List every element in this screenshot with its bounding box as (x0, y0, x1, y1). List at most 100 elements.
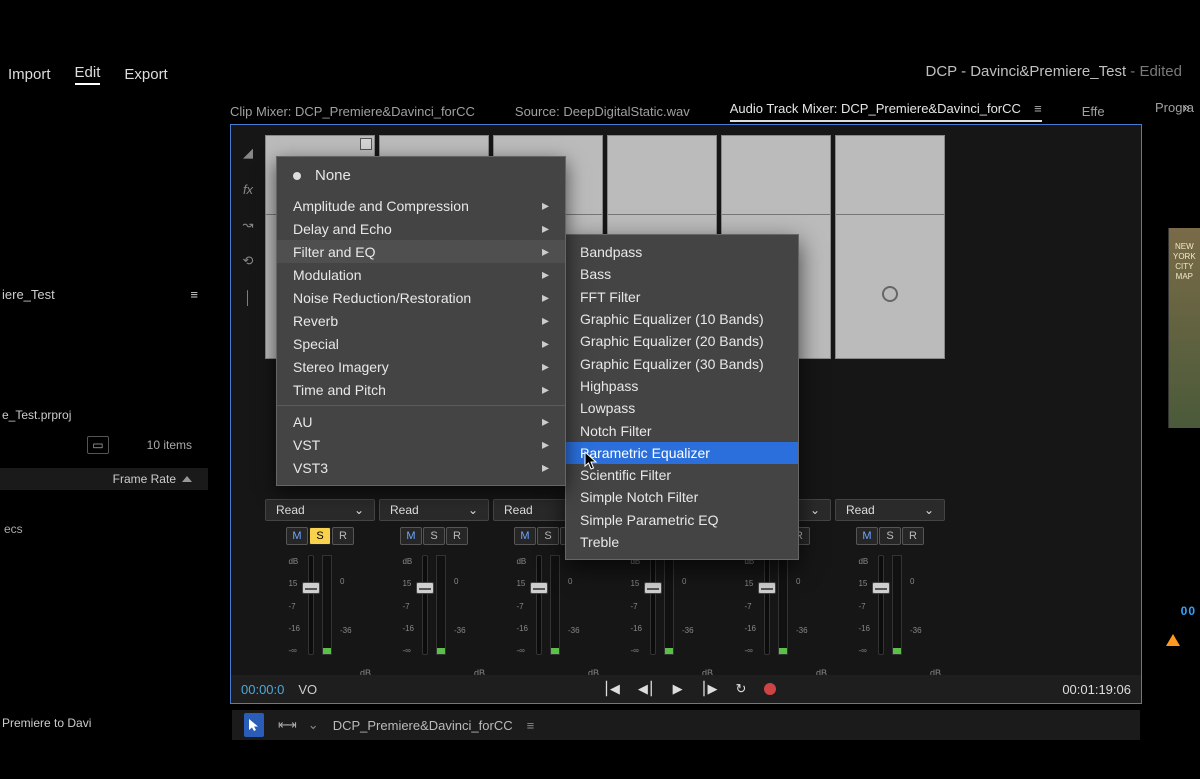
fx-effect-item[interactable]: Bandpass (566, 241, 798, 263)
fx-effect-item[interactable]: Scientific Filter (566, 464, 798, 486)
fx-effect-item[interactable]: Treble (566, 531, 798, 553)
mute-button[interactable]: M (856, 527, 878, 545)
fader-handle[interactable] (758, 582, 776, 594)
mute-button[interactable]: M (400, 527, 422, 545)
timeline-tabbar: ⇤⇥ ⌄ DCP_Premiere&Davinci_forCC ≡ (232, 710, 1140, 740)
fader-track[interactable] (764, 555, 770, 655)
panel-menu-icon[interactable]: ≡ (190, 287, 198, 302)
fx-effect-item[interactable]: Notch Filter (566, 419, 798, 441)
submenu-arrow-icon: ▸ (542, 381, 549, 398)
fx-effect-item[interactable]: Graphic Equalizer (20 Bands) (566, 330, 798, 352)
fx-effect-item[interactable]: Lowpass (566, 397, 798, 419)
play-icon[interactable]: ▶ (673, 681, 683, 697)
bin-label[interactable]: Premiere to Davi (0, 716, 91, 730)
meter-scale-right: 0-36 (796, 555, 808, 655)
fx-category-item[interactable]: Noise Reduction/Restoration▸ (277, 286, 565, 309)
automation-mode-dropdown[interactable]: Read⌄ (265, 499, 375, 521)
mute-button[interactable]: M (514, 527, 536, 545)
record-icon[interactable] (764, 683, 776, 695)
step-fwd-icon[interactable]: ⎮▶ (701, 681, 718, 697)
fx-lane-icon[interactable]: fx (237, 171, 259, 207)
fx-category-menu[interactable]: None Amplitude and Compression▸Delay and… (276, 156, 566, 486)
tab-source[interactable]: Source: DeepDigitalStatic.wav (515, 104, 690, 119)
record-arm-button[interactable]: R (332, 527, 354, 545)
fx-menu-none[interactable]: None (277, 163, 565, 194)
msr-buttons: MSR (379, 527, 489, 545)
fx-category-item[interactable]: Time and Pitch▸ (277, 378, 565, 401)
timeline-menu-chevron-icon[interactable]: ⌄ (308, 717, 319, 733)
solo-button[interactable]: S (537, 527, 559, 545)
selection-tool-icon[interactable] (244, 713, 264, 737)
fx-plugin-format-item[interactable]: VST▸ (277, 433, 565, 456)
record-arm-button[interactable]: R (446, 527, 468, 545)
fader-handle[interactable] (302, 582, 320, 594)
fx-category-item[interactable]: Stereo Imagery▸ (277, 355, 565, 378)
fx-effect-item[interactable]: Parametric Equalizer (566, 442, 798, 464)
fx-effect-item[interactable]: Graphic Equalizer (30 Bands) (566, 352, 798, 374)
fx-effect-item[interactable]: FFT Filter (566, 286, 798, 308)
step-back-icon[interactable]: ◀⎮ (638, 681, 655, 697)
chevron-down-icon: ⌄ (810, 503, 820, 517)
menu-import[interactable]: Import (8, 66, 51, 83)
fx-plugin-format-item[interactable]: AU▸ (277, 410, 565, 433)
fader-track[interactable] (308, 555, 314, 655)
fx-plugin-format-item[interactable]: VST3▸ (277, 456, 565, 479)
fader-scale-left: dB15-7-16-∞ (516, 555, 528, 655)
playhead-marker-icon[interactable] (1166, 634, 1180, 646)
loop-icon[interactable]: ↻ (735, 681, 746, 697)
fader-track[interactable] (422, 555, 428, 655)
mute-button[interactable]: M (286, 527, 308, 545)
panel-menu-icon[interactable]: ≡ (1027, 101, 1042, 116)
automation-lane-icon[interactable]: ◢ (237, 135, 259, 171)
automation-mode-dropdown[interactable]: Read⌄ (835, 499, 945, 521)
fx-effect-item[interactable]: Simple Parametric EQ (566, 509, 798, 531)
tab-audio-track-mixer[interactable]: Audio Track Mixer: DCP_Premiere&Davinci_… (730, 101, 1042, 122)
menu-export[interactable]: Export (124, 66, 167, 83)
automation-mode-dropdown[interactable]: Read⌄ (379, 499, 489, 521)
submenu-arrow-icon: ▸ (542, 243, 549, 260)
tab-clip-mixer[interactable]: Clip Mixer: DCP_Premiere&Davinci_forCC (230, 104, 475, 119)
fx-effect-item[interactable]: Bass (566, 263, 798, 285)
fader-track[interactable] (650, 555, 656, 655)
insert-tool-icon[interactable]: ⇤⇥ (278, 717, 294, 733)
fader-section: dB15-7-16-∞0-36dB (835, 555, 945, 675)
fader-handle[interactable] (530, 582, 548, 594)
panel-menu-icon[interactable]: ≡ (527, 718, 535, 733)
fader-track[interactable] (536, 555, 542, 655)
solo-button[interactable]: S (879, 527, 901, 545)
fx-slot-track-6[interactable] (835, 135, 945, 359)
track-lane-icon[interactable]: │ (237, 279, 259, 315)
tab-effects[interactable]: Effe (1082, 104, 1105, 119)
level-meter (436, 555, 446, 655)
fx-slot-dropdown-icon[interactable] (360, 138, 372, 150)
timecode-left[interactable]: 00:00:0 (241, 682, 284, 697)
fx-effect-item[interactable]: Simple Notch Filter (566, 486, 798, 508)
column-frame-rate[interactable]: Frame Rate (0, 468, 208, 490)
fx-category-item[interactable]: Reverb▸ (277, 309, 565, 332)
go-to-in-icon[interactable]: ⎮◀ (603, 681, 620, 697)
search-icon[interactable]: ▭ (87, 436, 108, 454)
fx-category-item[interactable]: Filter and EQ▸ (277, 240, 565, 263)
fx-effect-item[interactable]: Highpass (566, 375, 798, 397)
menu-edit[interactable]: Edit (75, 64, 101, 85)
send-lane-icon[interactable]: ↝ (237, 207, 259, 243)
fader-handle[interactable] (644, 582, 662, 594)
timeline-sequence-name[interactable]: DCP_Premiere&Davinci_forCC (333, 718, 513, 733)
menu-separator (277, 405, 565, 406)
fader-scale-left: dB15-7-16-∞ (858, 555, 870, 655)
solo-button[interactable]: S (423, 527, 445, 545)
fx-category-item[interactable]: Modulation▸ (277, 263, 565, 286)
fader-handle[interactable] (416, 582, 434, 594)
fx-category-item[interactable]: Amplitude and Compression▸ (277, 194, 565, 217)
record-arm-button[interactable]: R (902, 527, 924, 545)
fx-category-item[interactable]: Delay and Echo▸ (277, 217, 565, 240)
fx-filter-eq-submenu[interactable]: BandpassBassFFT FilterGraphic Equalizer … (565, 234, 799, 560)
fx-effect-item[interactable]: Graphic Equalizer (10 Bands) (566, 308, 798, 330)
pan-lane-icon[interactable]: ⟲ (237, 243, 259, 279)
solo-button[interactable]: S (309, 527, 331, 545)
fx-category-item[interactable]: Special▸ (277, 332, 565, 355)
fader-section: dB15-7-16-∞0-36dB (493, 555, 603, 675)
fader-track[interactable] (878, 555, 884, 655)
tab-program[interactable]: Progra (1155, 100, 1194, 115)
fader-handle[interactable] (872, 582, 890, 594)
